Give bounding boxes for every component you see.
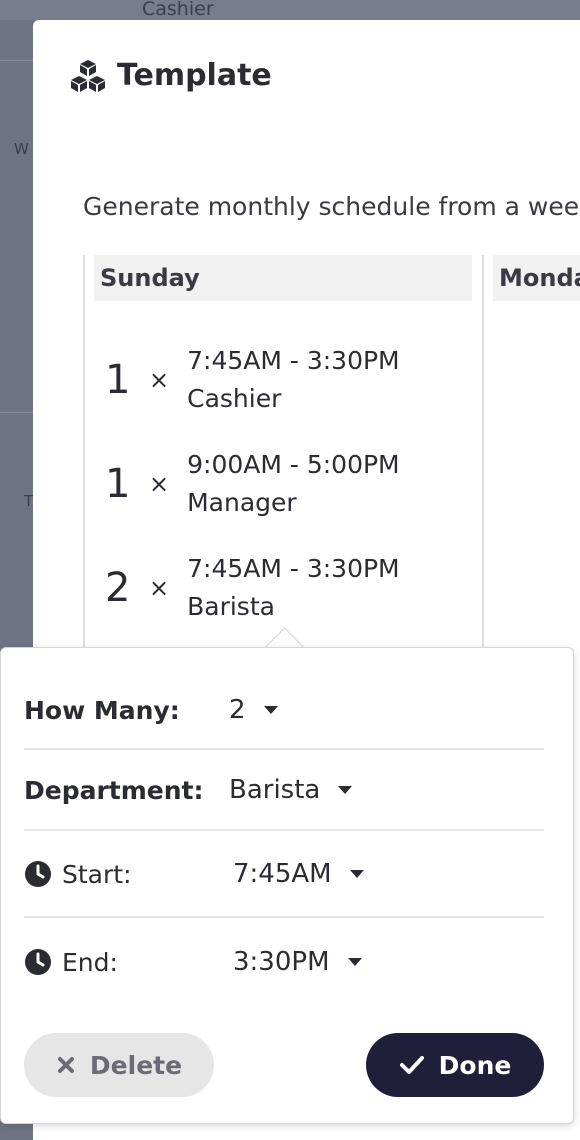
shift-time: 7:45AM - 3:30PM	[187, 346, 400, 375]
divider	[24, 748, 544, 750]
shift-count: 1	[105, 461, 131, 507]
day-header-sunday: Sunday	[94, 255, 472, 301]
shift-item[interactable]: 1 × 9:00AM - 5:00PM Manager	[105, 446, 400, 522]
clock-icon	[25, 949, 51, 975]
end-label-group: End:	[24, 948, 118, 977]
background-letter: W	[14, 140, 29, 158]
times-symbol: ×	[149, 470, 170, 498]
modal-title: Template	[117, 58, 272, 93]
shift-department: Barista	[187, 592, 275, 621]
shift-time: 7:45AM - 3:30PM	[187, 554, 400, 583]
background-strip	[0, 0, 580, 20]
caret-down-icon	[347, 958, 362, 966]
how-many-label: How Many:	[24, 695, 180, 725]
day-header-monday: Monday	[493, 255, 580, 301]
how-many-row: How Many: 2	[24, 690, 544, 730]
department-select[interactable]: Barista	[229, 775, 353, 805]
done-button-label: Done	[438, 1050, 512, 1080]
end-time-value: 3:30PM	[233, 947, 330, 977]
shift-department: Cashier	[187, 384, 282, 413]
how-many-select[interactable]: 2	[229, 695, 278, 725]
shift-department: Manager	[187, 488, 297, 517]
start-time-value: 7:45AM	[233, 859, 332, 889]
modal-header: Template	[69, 58, 272, 93]
caret-down-icon	[338, 786, 353, 794]
shift-count: 1	[105, 357, 131, 403]
department-row: Department: Barista	[24, 770, 544, 810]
start-label: Start:	[62, 859, 132, 889]
how-many-value: 2	[229, 695, 246, 725]
background-cashier-text: Cashier	[142, 0, 214, 20]
cubes-icon	[69, 59, 107, 93]
start-label-group: Start:	[24, 860, 132, 889]
start-time-select[interactable]: 7:45AM	[233, 859, 364, 889]
department-label: Department:	[24, 775, 204, 805]
times-symbol: ×	[149, 366, 170, 394]
caret-down-icon	[349, 870, 364, 878]
delete-button[interactable]: Delete	[24, 1033, 214, 1097]
done-button[interactable]: Done	[366, 1033, 544, 1097]
close-icon	[57, 1057, 74, 1073]
shift-item-selected[interactable]: 2 × 7:45AM - 3:30PM Barista	[105, 550, 400, 626]
shift-info: 7:45AM - 3:30PM Cashier	[187, 342, 400, 418]
clock-icon	[25, 861, 51, 887]
start-row: Start: 7:45AM	[24, 854, 544, 894]
divider	[24, 829, 544, 831]
department-value: Barista	[229, 775, 321, 805]
end-time-select[interactable]: 3:30PM	[233, 947, 362, 977]
shift-count: 2	[105, 565, 131, 611]
modal-subtitle: Generate monthly schedule from a weekly …	[83, 192, 580, 221]
delete-button-label: Delete	[89, 1050, 183, 1080]
shift-info: 7:45AM - 3:30PM Barista	[187, 550, 400, 626]
end-label: End:	[62, 947, 118, 977]
shift-info: 9:00AM - 5:00PM Manager	[187, 446, 400, 522]
shift-time: 9:00AM - 5:00PM	[187, 450, 400, 479]
divider	[24, 916, 544, 918]
check-icon	[399, 1056, 424, 1074]
times-symbol: ×	[149, 574, 170, 602]
background-divider	[0, 412, 36, 413]
background-letter: T	[24, 492, 34, 510]
shift-item[interactable]: 1 × 7:45AM - 3:30PM Cashier	[105, 342, 400, 418]
end-row: End: 3:30PM	[24, 942, 544, 982]
background-divider	[0, 60, 36, 61]
caret-down-icon	[263, 706, 278, 714]
